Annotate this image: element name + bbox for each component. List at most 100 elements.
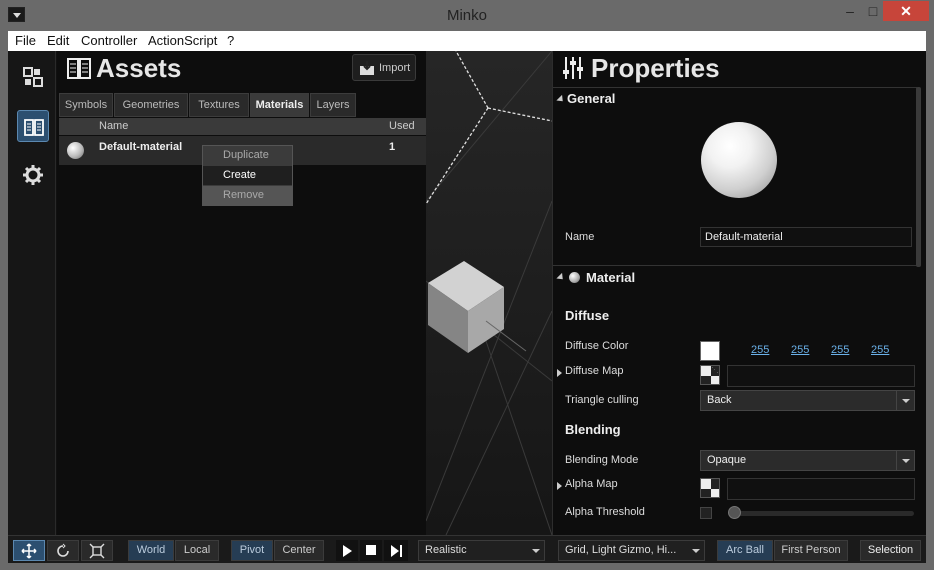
tab-symbols[interactable]: Symbols — [59, 93, 113, 117]
rotate-tool-button[interactable] — [47, 540, 79, 561]
material-section-header[interactable]: Material — [553, 265, 917, 287]
triangle-culling-label: Triangle culling — [565, 394, 639, 406]
import-label: Import — [379, 62, 411, 74]
bottom-toolbar: World Local Pivot Center Realistic Grid,… — [8, 535, 926, 563]
alpha-threshold-slider-handle[interactable] — [728, 506, 741, 519]
diffuse-a-value[interactable]: 255 — [871, 344, 889, 356]
table-header: Name Used — [59, 118, 426, 135]
step-icon — [390, 545, 399, 557]
icon-bar — [8, 51, 56, 535]
alpha-map-field[interactable] — [727, 478, 915, 500]
play-button[interactable] — [336, 540, 358, 561]
alpha-threshold-label: Alpha Threshold — [565, 506, 645, 518]
blending-mode-select[interactable]: Opaque — [700, 450, 915, 471]
tab-textures[interactable]: Textures — [189, 93, 249, 117]
tab-materials[interactable]: Materials — [250, 93, 309, 117]
assets-book-icon — [24, 119, 44, 136]
context-duplicate[interactable]: Duplicate — [203, 146, 292, 165]
space-local-button[interactable]: Local — [175, 540, 219, 561]
scene-render — [426, 51, 552, 535]
translate-tool-button[interactable] — [13, 540, 45, 561]
menu-bar: File Edit Controller ActionScript ? — [8, 31, 926, 51]
menu-actionscript[interactable]: ActionScript — [148, 33, 217, 48]
step-bar — [399, 545, 402, 557]
expand-icon[interactable] — [557, 369, 562, 377]
properties-title: Properties — [591, 53, 720, 83]
material-sphere-icon — [569, 272, 580, 283]
properties-scrollbar[interactable] — [916, 87, 921, 267]
menu-help[interactable]: ? — [227, 33, 234, 48]
window-title: Minko — [446, 7, 487, 24]
space-world-button[interactable]: World — [128, 540, 174, 561]
material-sphere-icon — [67, 142, 84, 159]
scale-tool-button[interactable] — [81, 540, 113, 561]
properties-panel: Properties General Name Default-material… — [552, 51, 926, 535]
material-preview-sphere — [701, 122, 777, 198]
center-button[interactable]: Center — [274, 540, 324, 561]
tab-layers[interactable]: Layers — [310, 93, 356, 117]
menu-controller[interactable]: Controller — [81, 33, 137, 48]
play-icon — [342, 545, 352, 557]
display-options-select[interactable]: Grid, Light Gizmo, Hi... — [558, 540, 705, 561]
diffuse-r-value[interactable]: 255 — [751, 344, 769, 356]
alpha-threshold-checkbox[interactable] — [700, 507, 712, 519]
blending-mode-value: Opaque — [707, 454, 747, 466]
camera-arcball-button[interactable]: Arc Ball — [717, 540, 773, 561]
chevron-down-icon — [896, 391, 914, 410]
context-create[interactable]: Create — [203, 166, 292, 185]
general-section-header[interactable]: General — [553, 87, 917, 109]
import-icon — [360, 61, 374, 75]
maximize-button[interactable]: □ — [863, 1, 883, 21]
menu-file[interactable]: File — [15, 33, 36, 48]
camera-firstperson-button[interactable]: First Person — [774, 540, 848, 561]
import-button[interactable]: Import — [352, 54, 416, 81]
menu-edit[interactable]: Edit — [47, 33, 69, 48]
diffuse-header: Diffuse — [565, 308, 610, 323]
render-mode-value: Realistic — [425, 544, 467, 556]
diffuse-map-field[interactable] — [727, 365, 915, 387]
triangle-culling-select[interactable]: Back — [700, 390, 915, 411]
context-remove[interactable]: Remove — [203, 186, 292, 205]
chevron-down-icon — [532, 549, 540, 553]
diffuse-b-value[interactable]: 255 — [831, 344, 849, 356]
tab-geometries[interactable]: Geometries — [114, 93, 188, 117]
assets-book-icon — [67, 58, 91, 79]
scene-graph-button[interactable] — [17, 61, 49, 93]
minimize-button[interactable]: – — [837, 1, 863, 21]
stop-button[interactable] — [360, 540, 382, 561]
assets-button[interactable] — [17, 110, 49, 142]
collapse-icon — [556, 272, 566, 283]
material-used-cell: 1 — [389, 141, 396, 153]
assets-title: Assets — [96, 53, 182, 83]
diffuse-g-value[interactable]: 255 — [791, 344, 809, 356]
title-bar: Minko – □ ✕ — [0, 0, 934, 31]
render-mode-select[interactable]: Realistic — [418, 540, 545, 561]
column-name[interactable]: Name — [99, 120, 128, 132]
alpha-map-label: Alpha Map — [565, 478, 618, 490]
diffuse-map-label: Diffuse Map — [565, 365, 624, 377]
name-field[interactable]: Default-material — [700, 227, 912, 247]
chevron-down-icon — [692, 549, 700, 553]
blending-mode-label: Blending Mode — [565, 454, 639, 466]
column-used[interactable]: Used — [389, 120, 415, 132]
scene-viewport[interactable] — [426, 51, 552, 535]
translate-icon — [21, 543, 37, 559]
settings-button[interactable] — [17, 159, 49, 191]
blending-header: Blending — [565, 422, 621, 437]
material-header-label: Material — [586, 270, 636, 285]
expand-icon[interactable] — [557, 482, 562, 490]
main-area: Assets Import Symbols Geometries Texture… — [8, 51, 926, 563]
rotate-icon — [57, 543, 69, 557]
step-button[interactable] — [384, 540, 408, 561]
pivot-button[interactable]: Pivot — [231, 540, 273, 561]
general-header-label: General — [567, 91, 616, 106]
diffuse-color-label: Diffuse Color — [565, 340, 629, 352]
name-label: Name — [565, 231, 595, 243]
close-button[interactable]: ✕ — [883, 1, 929, 21]
gear-icon — [23, 165, 43, 185]
assets-panel: Assets Import Symbols Geometries Texture… — [57, 51, 426, 535]
alpha-threshold-slider-track[interactable] — [731, 511, 914, 516]
sliders-icon — [563, 57, 583, 79]
diffuse-color-swatch[interactable] — [700, 341, 720, 361]
selection-button[interactable]: Selection — [860, 540, 921, 561]
